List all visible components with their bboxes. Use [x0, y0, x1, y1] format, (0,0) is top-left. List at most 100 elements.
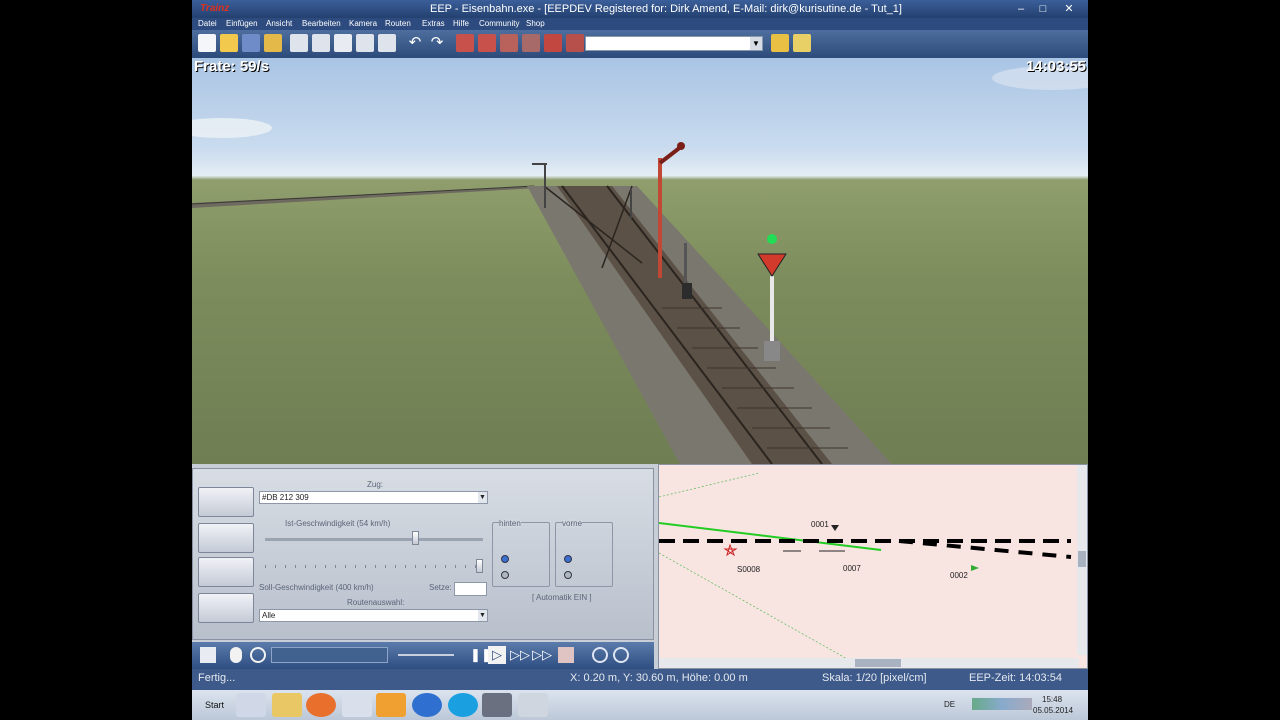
- eep-window: Trainz EEP - Eisenbahn.exe - [EEPDEV Reg…: [192, 0, 1088, 690]
- hinten-label: hinten: [499, 519, 521, 528]
- wagon-icon[interactable]: [478, 34, 496, 52]
- locomotive-button[interactable]: [198, 593, 254, 623]
- save-icon[interactable]: [242, 34, 260, 52]
- internet-explorer-icon[interactable]: [412, 693, 442, 717]
- map-horizontal-scrollbar[interactable]: [659, 658, 1079, 668]
- signal-icon[interactable]: [544, 34, 562, 52]
- train-select-button[interactable]: [198, 487, 254, 517]
- ist-speed-thumb[interactable]: [412, 531, 420, 545]
- tools-icon[interactable]: [793, 34, 811, 52]
- radio-hinten-2[interactable]: [501, 571, 509, 579]
- track-map[interactable]: 0001 S0008 0007 0002: [658, 464, 1088, 669]
- control-slider[interactable]: [398, 654, 454, 656]
- map-icon[interactable]: [558, 647, 574, 663]
- pause-icon[interactable]: ❚❚: [470, 647, 492, 663]
- toolbar-combo[interactable]: ▼: [585, 36, 763, 51]
- zoom-out-icon[interactable]: [613, 647, 629, 663]
- folder-icon[interactable]: [342, 693, 372, 717]
- menu-hilfe[interactable]: Hilfe: [453, 19, 469, 28]
- tray-icons[interactable]: [972, 698, 1032, 710]
- eep-task-icon[interactable]: [482, 693, 512, 717]
- redo-icon[interactable]: ↷: [428, 34, 446, 52]
- window-task-icon[interactable]: [518, 693, 548, 717]
- save-as-icon[interactable]: [264, 34, 282, 52]
- switch-icon[interactable]: [566, 34, 584, 52]
- undo-icon[interactable]: ↶: [406, 34, 424, 52]
- camera-button[interactable]: [198, 557, 254, 587]
- setze-input[interactable]: [454, 582, 487, 596]
- crane-icon[interactable]: [522, 34, 540, 52]
- fast-forward-icon[interactable]: ▷▷: [510, 647, 530, 663]
- menu-extras[interactable]: Extras: [422, 19, 445, 28]
- skype-icon[interactable]: [448, 693, 478, 717]
- firefox-icon[interactable]: [306, 693, 336, 717]
- map-label-0002: 0002: [950, 571, 968, 580]
- open-folder-icon[interactable]: [220, 34, 238, 52]
- map-horizontal-scroll-thumb[interactable]: [855, 659, 901, 667]
- routen-select[interactable]: Alle ▼: [259, 609, 488, 622]
- map-label-0007: 0007: [843, 564, 861, 573]
- faster-forward-icon[interactable]: ▷▷: [532, 647, 552, 663]
- distant-track: [192, 186, 538, 208]
- paste-icon[interactable]: [312, 34, 330, 52]
- chevron-down-icon[interactable]: ▼: [750, 37, 762, 50]
- edit-icon[interactable]: [200, 647, 216, 663]
- copy-icon[interactable]: [290, 34, 308, 52]
- menu-bar: Datei Einfügen Ansicht Bearbeiten Kamera…: [192, 18, 1088, 30]
- menu-einfuegen[interactable]: Einfügen: [226, 19, 258, 28]
- menu-routen[interactable]: Routen: [385, 19, 411, 28]
- framerate-readout: Frate: 59/s: [194, 58, 270, 75]
- radio-vorne-1[interactable]: [564, 555, 572, 563]
- maximize-button[interactable]: □: [1032, 2, 1054, 16]
- soll-speed-thumb[interactable]: [476, 559, 483, 573]
- cloud: [192, 118, 272, 138]
- language-indicator[interactable]: DE: [944, 700, 955, 709]
- semaphore-disk: [677, 142, 685, 150]
- tray-date[interactable]: 05.05.2014: [1033, 706, 1073, 715]
- menu-datei[interactable]: Datei: [198, 19, 217, 28]
- close-button[interactable]: ✕: [1058, 2, 1080, 16]
- light-signal-mast: [770, 276, 774, 346]
- tray-time[interactable]: 15:48: [1042, 695, 1062, 704]
- lightbulb-icon[interactable]: [230, 647, 242, 663]
- train-icon[interactable]: [456, 34, 474, 52]
- radio-hinten-1[interactable]: [501, 555, 509, 563]
- start-button[interactable]: Start: [192, 694, 228, 716]
- menu-ansicht[interactable]: Ansicht: [266, 19, 292, 28]
- zug-select[interactable]: #DB 212 309 ▼: [259, 491, 488, 504]
- menu-kamera[interactable]: Kamera: [349, 19, 377, 28]
- play-icon[interactable]: ▷: [488, 646, 506, 664]
- routen-label: Routenauswahl:: [347, 598, 405, 607]
- automatik-status: [ Automatik EIN ]: [532, 593, 592, 602]
- window-icon[interactable]: [334, 34, 352, 52]
- media-player-icon[interactable]: [376, 693, 406, 717]
- status-scale: Skala: 1/20 [pixel/cm]: [822, 672, 927, 684]
- view-cone-line: [659, 472, 760, 498]
- paint-icon[interactable]: [236, 693, 266, 717]
- compass-icon[interactable]: [771, 34, 789, 52]
- map-vertical-scroll-thumb[interactable]: [1078, 551, 1086, 567]
- locomotive-icon[interactable]: [500, 34, 518, 52]
- chevron-down-icon[interactable]: ▼: [478, 610, 487, 621]
- minimize-button[interactable]: –: [1010, 2, 1032, 16]
- tile-icon[interactable]: [356, 34, 374, 52]
- menu-community[interactable]: Community: [479, 19, 519, 28]
- map-vertical-scrollbar[interactable]: [1077, 465, 1087, 655]
- menu-shop[interactable]: Shop: [526, 19, 545, 28]
- cascade-icon[interactable]: [378, 34, 396, 52]
- radio-vorne-2[interactable]: [564, 571, 572, 579]
- control-combo[interactable]: [271, 647, 388, 663]
- 3d-viewport[interactable]: Frate: 59/s 14:03:55: [192, 58, 1088, 464]
- train-control-panel: Zug: #DB 212 309 ▼ Ist-Geschwindigkeit (…: [192, 468, 654, 640]
- ist-speed-slider[interactable]: [265, 538, 483, 541]
- rotate-icon[interactable]: [250, 647, 266, 663]
- map-label-0001: 0001: [811, 520, 829, 529]
- explorer-icon[interactable]: [272, 693, 302, 717]
- chevron-down-icon[interactable]: ▼: [478, 492, 487, 503]
- train-list-button[interactable]: [198, 523, 254, 553]
- triangle-sign: [757, 253, 787, 277]
- new-file-icon[interactable]: [198, 34, 216, 52]
- menu-bearbeiten[interactable]: Bearbeiten: [302, 19, 341, 28]
- map-label-s0008: S0008: [737, 565, 761, 574]
- zoom-in-icon[interactable]: [592, 647, 608, 663]
